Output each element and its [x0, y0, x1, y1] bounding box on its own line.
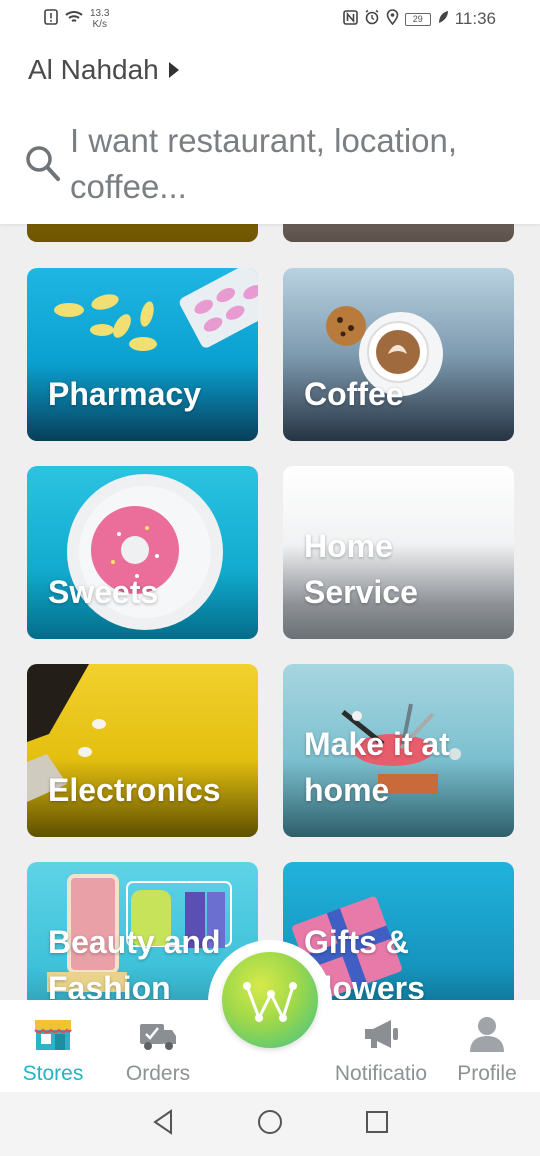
status-left: 13.3 K/s	[44, 8, 109, 30]
nav-profile-label: Profile	[457, 1062, 517, 1085]
location-selector[interactable]: Al Nahdah	[28, 54, 179, 86]
status-right: 29 11:36	[342, 9, 496, 29]
wifi-icon	[64, 9, 84, 29]
user-icon	[467, 1016, 507, 1052]
category-tile-partial-left[interactable]	[27, 224, 258, 242]
nav-notifications[interactable]: Notificatio	[326, 1016, 436, 1086]
battery-icon: 29	[404, 12, 431, 26]
search-input[interactable]: I want restaurant, location, coffee...	[70, 118, 504, 210]
category-tile-make-it-at-home[interactable]: Make it at home	[283, 664, 514, 837]
category-tile-partial-right[interactable]	[283, 224, 514, 242]
recents-icon[interactable]	[365, 1110, 389, 1139]
sim-alert-icon	[44, 9, 58, 29]
category-tile-home-service[interactable]: Home Service	[283, 466, 514, 639]
location-pin-icon	[386, 9, 399, 29]
category-label: Pharmacy	[48, 376, 201, 412]
leaf-icon	[437, 10, 449, 28]
category-tile-coffee[interactable]: Coffee	[283, 268, 514, 441]
battery-level: 29	[412, 14, 423, 24]
status-bar: 13.3 K/s 29 11:36	[0, 0, 540, 38]
nav-notifications-label: Notificatio	[334, 1062, 428, 1085]
home-logo-button[interactable]	[222, 952, 318, 1048]
logo-icon	[243, 982, 297, 1022]
search-icon	[24, 144, 62, 184]
store-icon	[33, 1016, 73, 1052]
alarm-icon	[364, 9, 380, 29]
nav-profile[interactable]: Profile	[432, 1016, 540, 1086]
truck-icon	[138, 1016, 178, 1052]
caret-right-icon	[168, 62, 179, 78]
category-label: Electronics	[48, 772, 221, 808]
category-label: Coffee	[304, 376, 404, 412]
home-icon[interactable]	[257, 1109, 283, 1140]
category-tile-electronics[interactable]: Electronics	[27, 664, 258, 837]
category-tile-sweets[interactable]: Sweets	[27, 466, 258, 639]
category-grid: Pharmacy Coffee Sweets Home Service Elec…	[0, 224, 540, 1004]
nav-stores-label: Stores	[22, 1062, 84, 1085]
back-icon[interactable]	[151, 1108, 175, 1140]
nav-stores[interactable]: Stores	[0, 1016, 108, 1086]
category-label: Beauty and Fashion	[48, 924, 221, 1004]
location-name: Al Nahdah	[28, 54, 159, 85]
search-bar[interactable]: I want restaurant, location, coffee...	[24, 118, 504, 210]
system-nav-bar	[0, 1092, 540, 1156]
category-label: Home Service	[304, 528, 418, 610]
megaphone-icon	[361, 1016, 401, 1052]
category-label: Make it at home	[304, 726, 450, 808]
clock: 11:36	[454, 9, 496, 28]
nav-orders[interactable]: Orders	[103, 1016, 213, 1086]
net-speed: 13.3 K/s	[90, 8, 109, 30]
nfc-icon	[342, 9, 358, 29]
net-speed-unit: K/s	[92, 19, 107, 30]
nav-orders-label: Orders	[125, 1062, 191, 1085]
net-speed-value: 13.3	[90, 8, 110, 19]
category-label: Sweets	[48, 574, 159, 610]
category-tile-pharmacy[interactable]: Pharmacy	[27, 268, 258, 441]
app-header: Al Nahdah I want restaurant, location, c…	[0, 38, 540, 224]
